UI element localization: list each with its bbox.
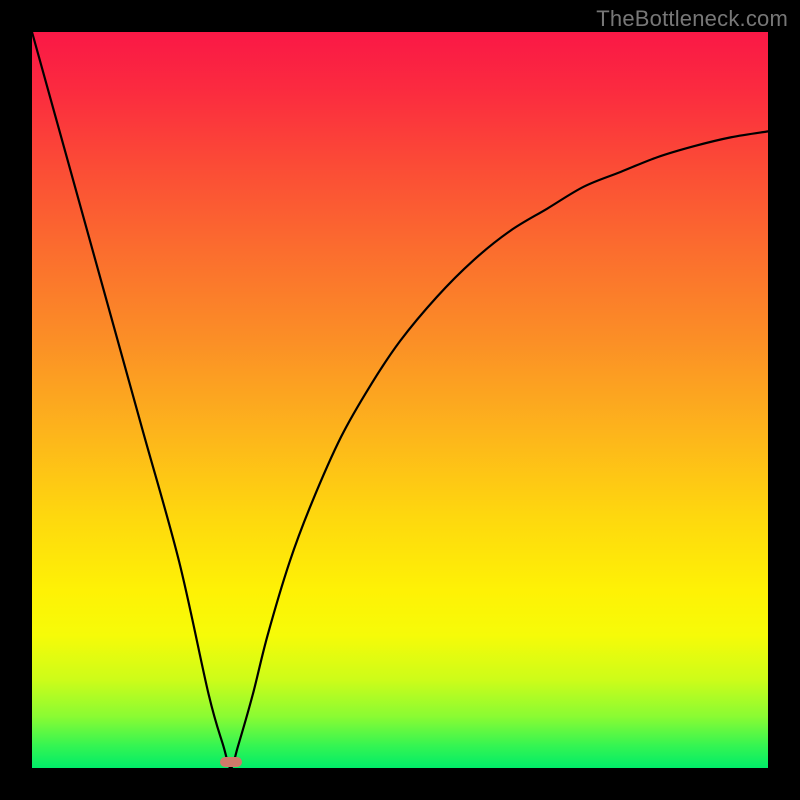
- watermark-text: TheBottleneck.com: [596, 6, 788, 32]
- bottleneck-curve: [32, 32, 768, 768]
- plot-area: [32, 32, 768, 768]
- curve-minimum-marker: [220, 757, 242, 767]
- chart-frame: TheBottleneck.com: [0, 0, 800, 800]
